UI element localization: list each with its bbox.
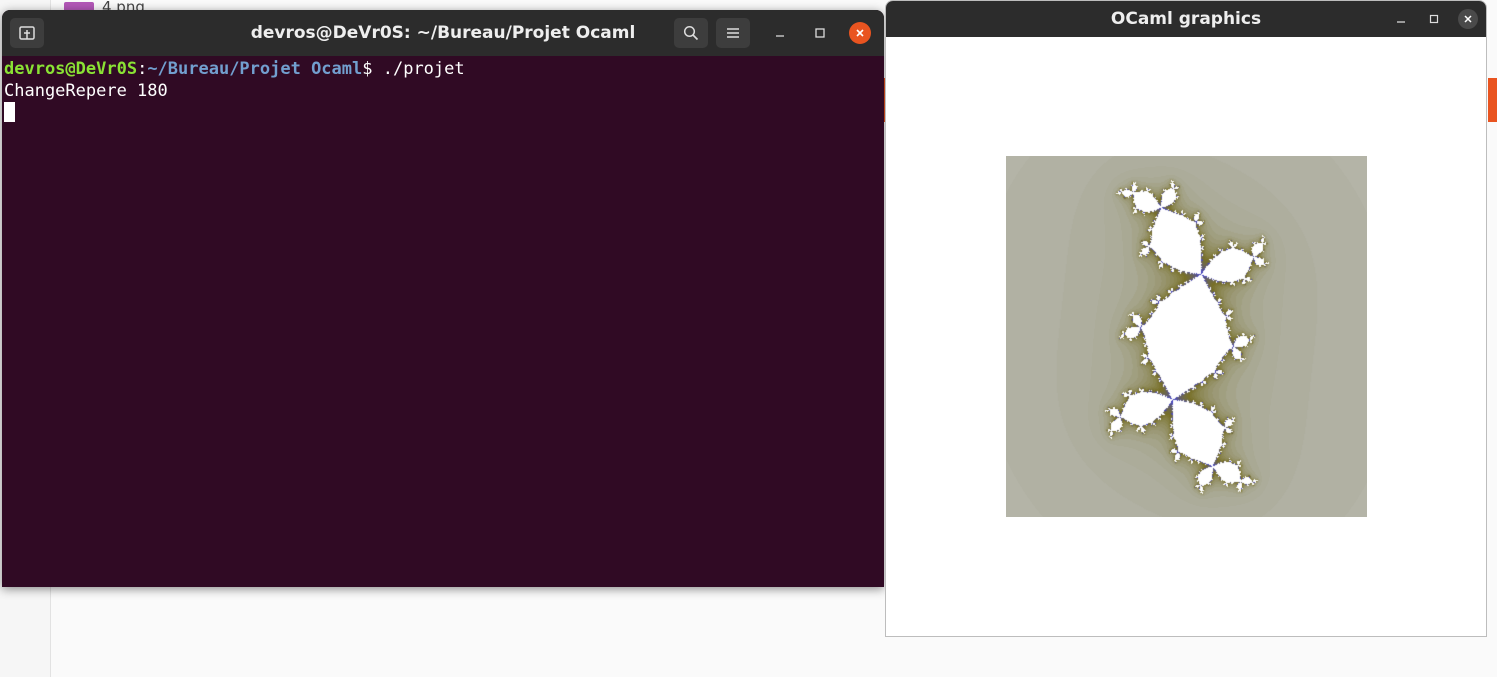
fractal-image[interactable] [1006, 156, 1367, 517]
prompt-path: ~/Bureau/Projet Ocaml [147, 59, 363, 79]
prompt-separator: : [137, 59, 148, 79]
menu-button[interactable] [716, 18, 750, 48]
maximize-button[interactable] [809, 22, 831, 44]
typed-command: ./projet [382, 59, 465, 79]
search-button[interactable] [674, 18, 708, 48]
maximize-icon [1429, 14, 1439, 24]
graphics-maximize-button[interactable] [1424, 9, 1444, 29]
hamburger-menu-icon [727, 28, 739, 38]
close-button[interactable] [849, 22, 871, 44]
graphics-titlebar[interactable]: OCaml graphics [886, 1, 1486, 37]
new-tab-button[interactable] [10, 18, 44, 48]
graphics-minimize-button[interactable] [1391, 9, 1411, 29]
output-line: ChangeRepere 180 [4, 81, 168, 101]
prompt-user: devros@DeVr0S [4, 59, 138, 79]
background-accent-strip [1488, 78, 1497, 122]
ocaml-graphics-window: OCaml graphics [885, 0, 1487, 637]
graphics-close-button[interactable] [1458, 9, 1478, 29]
prompt-line: devros@DeVr0S:~/Bureau/Projet Ocaml$ ./p… [4, 58, 882, 80]
julia-set-canvas[interactable] [1006, 156, 1367, 517]
terminal-window: devros@DeVr0S: ~/Bureau/Projet Ocaml dev… [2, 10, 884, 587]
terminal-output[interactable]: devros@DeVr0S:~/Bureau/Projet Ocaml$ ./p… [2, 56, 884, 126]
text-cursor [4, 102, 15, 122]
prompt-symbol: $ [362, 59, 383, 79]
search-icon [683, 25, 699, 41]
maximize-icon [815, 28, 825, 38]
new-tab-icon [19, 26, 35, 40]
close-icon [1464, 15, 1472, 23]
minimize-icon [1397, 21, 1405, 23]
terminal-title: devros@DeVr0S: ~/Bureau/Projet Ocaml [250, 23, 636, 43]
minimize-icon [776, 35, 784, 37]
minimize-button[interactable] [769, 22, 791, 44]
terminal-headerbar: devros@DeVr0S: ~/Bureau/Projet Ocaml [2, 10, 884, 56]
cursor-line [4, 102, 882, 124]
close-icon [856, 29, 864, 37]
